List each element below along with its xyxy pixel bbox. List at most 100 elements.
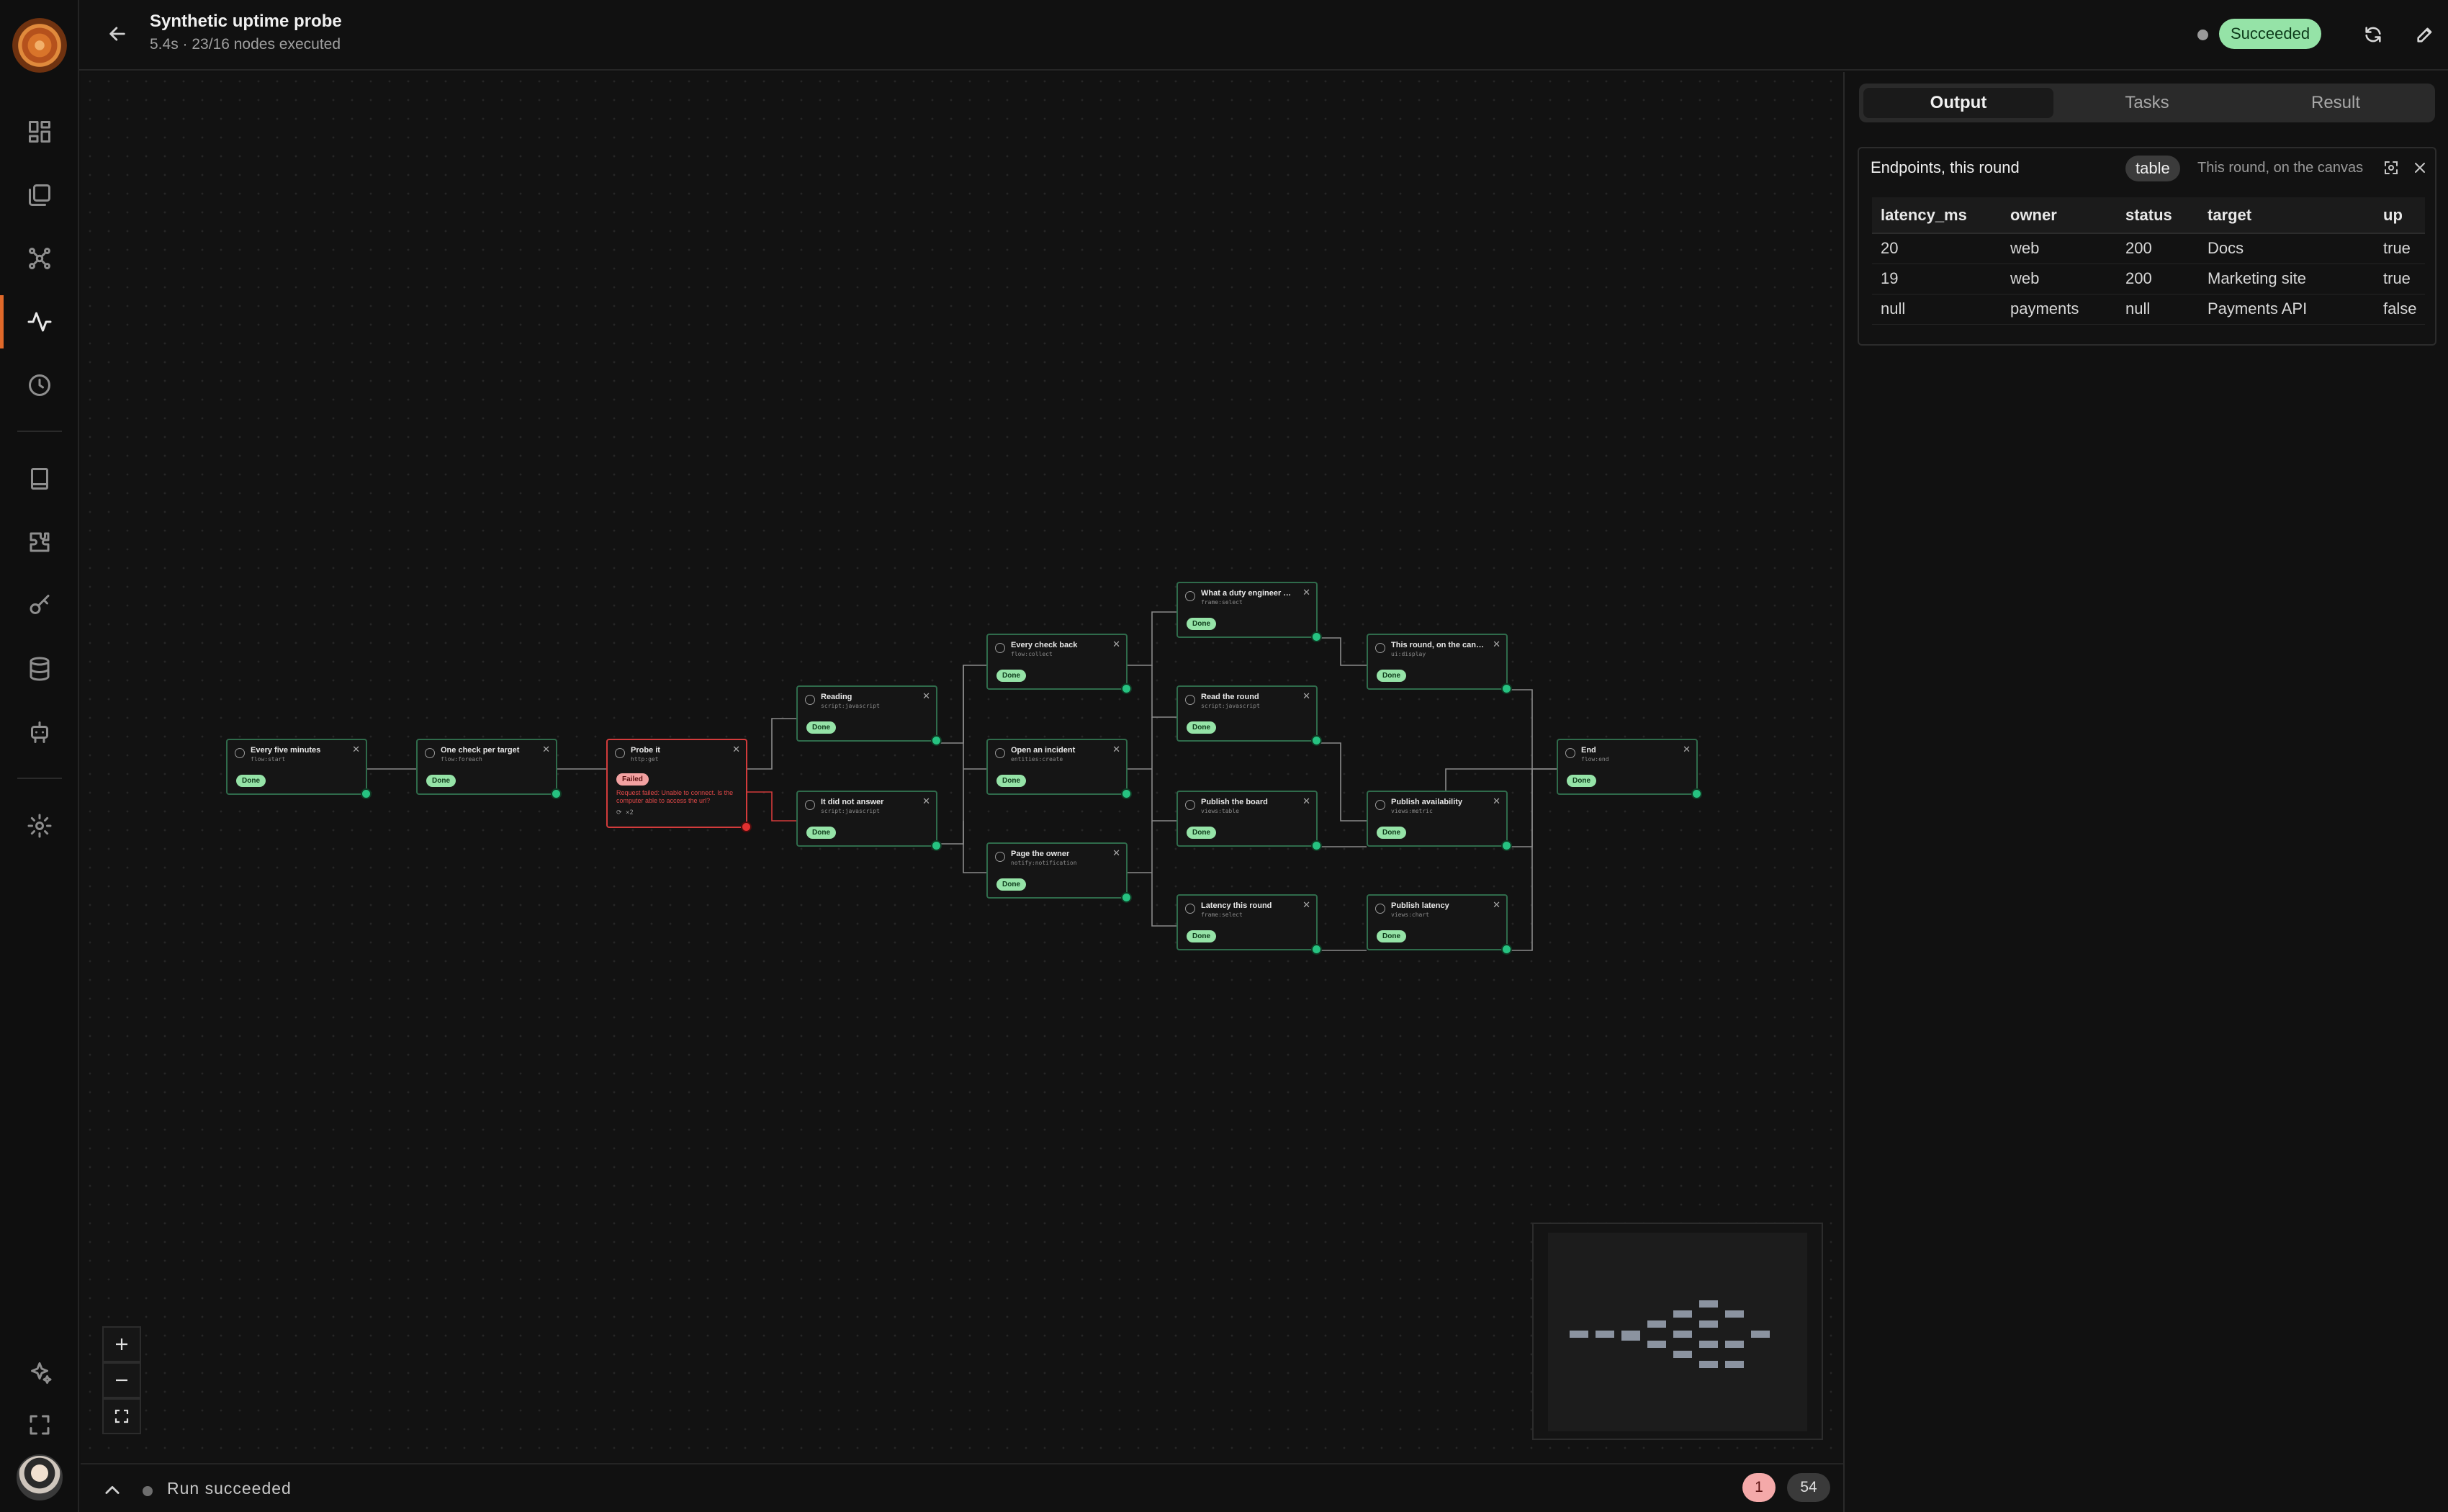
column-header[interactable]: target	[2199, 197, 2375, 234]
table-row[interactable]: null payments null Payments API false	[1872, 294, 2425, 325]
close-icon[interactable]: ✕	[1493, 796, 1500, 806]
error-count-badge[interactable]: 1	[1742, 1473, 1776, 1502]
close-icon[interactable]: ✕	[1683, 744, 1691, 755]
tab-output[interactable]: Output	[1863, 88, 2053, 118]
status-badge: Done	[996, 670, 1026, 682]
output-port[interactable]	[1311, 944, 1322, 955]
output-port[interactable]	[1501, 683, 1512, 694]
output-port[interactable]	[1311, 735, 1322, 746]
status-badge: Done	[1377, 930, 1406, 942]
tab-result[interactable]: Result	[2241, 88, 2431, 118]
close-icon[interactable]: ✕	[1302, 691, 1310, 701]
output-port[interactable]	[931, 840, 942, 851]
output-port[interactable]	[741, 822, 752, 832]
rail-divider	[17, 778, 62, 779]
back-arrow-icon[interactable]	[101, 17, 134, 50]
column-header[interactable]: up	[2375, 197, 2425, 234]
status-badge: Done	[806, 721, 836, 734]
refresh-icon[interactable]	[2357, 19, 2389, 50]
focus-icon[interactable]	[2380, 157, 2402, 179]
close-icon[interactable]: ✕	[352, 744, 360, 755]
workflow-node[interactable]: Read the round script:javascript ✕ Done	[1176, 685, 1322, 746]
output-port[interactable]	[1311, 840, 1322, 851]
close-icon[interactable]: ✕	[922, 796, 930, 806]
table-cell: Marketing site	[2199, 264, 2375, 294]
log-count-badge[interactable]: 54	[1787, 1473, 1830, 1502]
left-rail	[0, 0, 79, 1512]
plugins-icon[interactable]	[16, 518, 63, 566]
workflow-node[interactable]: This round, on the canvas ui:display ✕ D…	[1367, 634, 1512, 694]
workflow-node[interactable]: Reading script:javascript ✕ Done	[796, 685, 942, 746]
workflow-node[interactable]: Publish latency views:chart ✕ Done	[1367, 894, 1512, 955]
node-type: script:javascript	[821, 703, 880, 709]
minimap[interactable]	[1532, 1223, 1823, 1440]
workflow-node[interactable]: Publish the board views:table ✕ Done	[1176, 791, 1322, 851]
workflow-node[interactable]: What a duty engineer ne... frame:select …	[1176, 582, 1322, 642]
close-icon[interactable]: ✕	[542, 744, 550, 755]
close-icon[interactable]	[2409, 157, 2431, 179]
avatar[interactable]	[17, 1454, 63, 1500]
edit-icon[interactable]	[2409, 19, 2441, 50]
workflow-node[interactable]: It did not answer script:javascript ✕ Do…	[796, 791, 942, 851]
runs-icon[interactable]	[16, 298, 63, 346]
database-icon[interactable]	[16, 645, 63, 693]
chevron-up-icon[interactable]	[102, 1480, 122, 1500]
workflow-node-failed[interactable]: Probe it http:get ✕ Failed Request faile…	[606, 739, 752, 832]
workflow-node[interactable]: Every check back flow:collect ✕ Done	[986, 634, 1132, 694]
close-icon[interactable]: ✕	[1302, 796, 1310, 806]
workflow-canvas[interactable]: Every five minutes flow:start ✕ Done One…	[81, 72, 1843, 1462]
tab-tasks[interactable]: Tasks	[2052, 88, 2242, 118]
workflow-node[interactable]: Latency this round frame:select ✕ Done	[1176, 894, 1322, 955]
node-title: Page the owner	[1011, 850, 1070, 858]
close-icon[interactable]: ✕	[732, 744, 740, 755]
status-badge: Done	[1187, 721, 1216, 734]
format-chip[interactable]: table	[2125, 156, 2180, 181]
output-port[interactable]	[1121, 683, 1132, 694]
table-row[interactable]: 19 web 200 Marketing site true	[1872, 264, 2425, 294]
close-icon[interactable]: ✕	[1493, 639, 1500, 649]
close-icon[interactable]: ✕	[1112, 848, 1120, 858]
zoom-out-button[interactable]	[102, 1362, 141, 1398]
node-title: What a duty engineer ne...	[1201, 589, 1295, 598]
output-port[interactable]	[1501, 840, 1512, 851]
workflow-node[interactable]: One check per target flow:foreach ✕ Done	[416, 739, 562, 799]
fullscreen-icon[interactable]	[16, 1401, 63, 1449]
output-port[interactable]	[1121, 788, 1132, 799]
close-icon[interactable]: ✕	[1112, 639, 1120, 649]
output-port[interactable]	[1691, 788, 1702, 799]
workflow-node[interactable]: Every five minutes flow:start ✕ Done	[226, 739, 372, 799]
column-header[interactable]: status	[2117, 197, 2199, 234]
dashboard-icon[interactable]	[16, 108, 63, 156]
docs-icon[interactable]	[16, 455, 63, 503]
column-header[interactable]: latency_ms	[1872, 197, 2002, 234]
workflow-node[interactable]: End flow:end ✕ Done	[1557, 739, 1702, 799]
close-icon[interactable]: ✕	[1302, 588, 1310, 598]
close-icon[interactable]: ✕	[1493, 900, 1500, 910]
settings-icon[interactable]	[16, 802, 63, 850]
close-icon[interactable]: ✕	[1112, 744, 1120, 755]
workflow-node[interactable]: Page the owner notify:notification ✕ Don…	[986, 842, 1132, 903]
zoom-in-button[interactable]	[102, 1326, 141, 1362]
output-port[interactable]	[1121, 892, 1132, 903]
output-port[interactable]	[361, 788, 372, 799]
output-port[interactable]	[1501, 944, 1512, 955]
fit-view-button[interactable]	[102, 1398, 141, 1434]
column-header[interactable]: owner	[2002, 197, 2117, 234]
workflow-node[interactable]: Open an incident entities:create ✕ Done	[986, 739, 1132, 799]
keys-icon[interactable]	[16, 582, 63, 629]
minimap-viewport[interactable]	[1548, 1233, 1807, 1431]
app-logo[interactable]	[12, 18, 67, 73]
output-port[interactable]	[931, 735, 942, 746]
workflow-node[interactable]: Publish availability views:metric ✕ Done	[1367, 791, 1512, 851]
close-icon[interactable]: ✕	[922, 691, 930, 701]
schedule-icon[interactable]	[16, 361, 63, 409]
pages-icon[interactable]	[16, 171, 63, 219]
output-port[interactable]	[551, 788, 562, 799]
sparkles-icon[interactable]	[16, 1349, 63, 1397]
node-type: views:metric	[1391, 808, 1433, 814]
workflows-icon[interactable]	[16, 235, 63, 282]
output-port[interactable]	[1311, 631, 1322, 642]
bot-icon[interactable]	[16, 708, 63, 756]
close-icon[interactable]: ✕	[1302, 900, 1310, 910]
table-row[interactable]: 20 web 200 Docs true	[1872, 233, 2425, 264]
